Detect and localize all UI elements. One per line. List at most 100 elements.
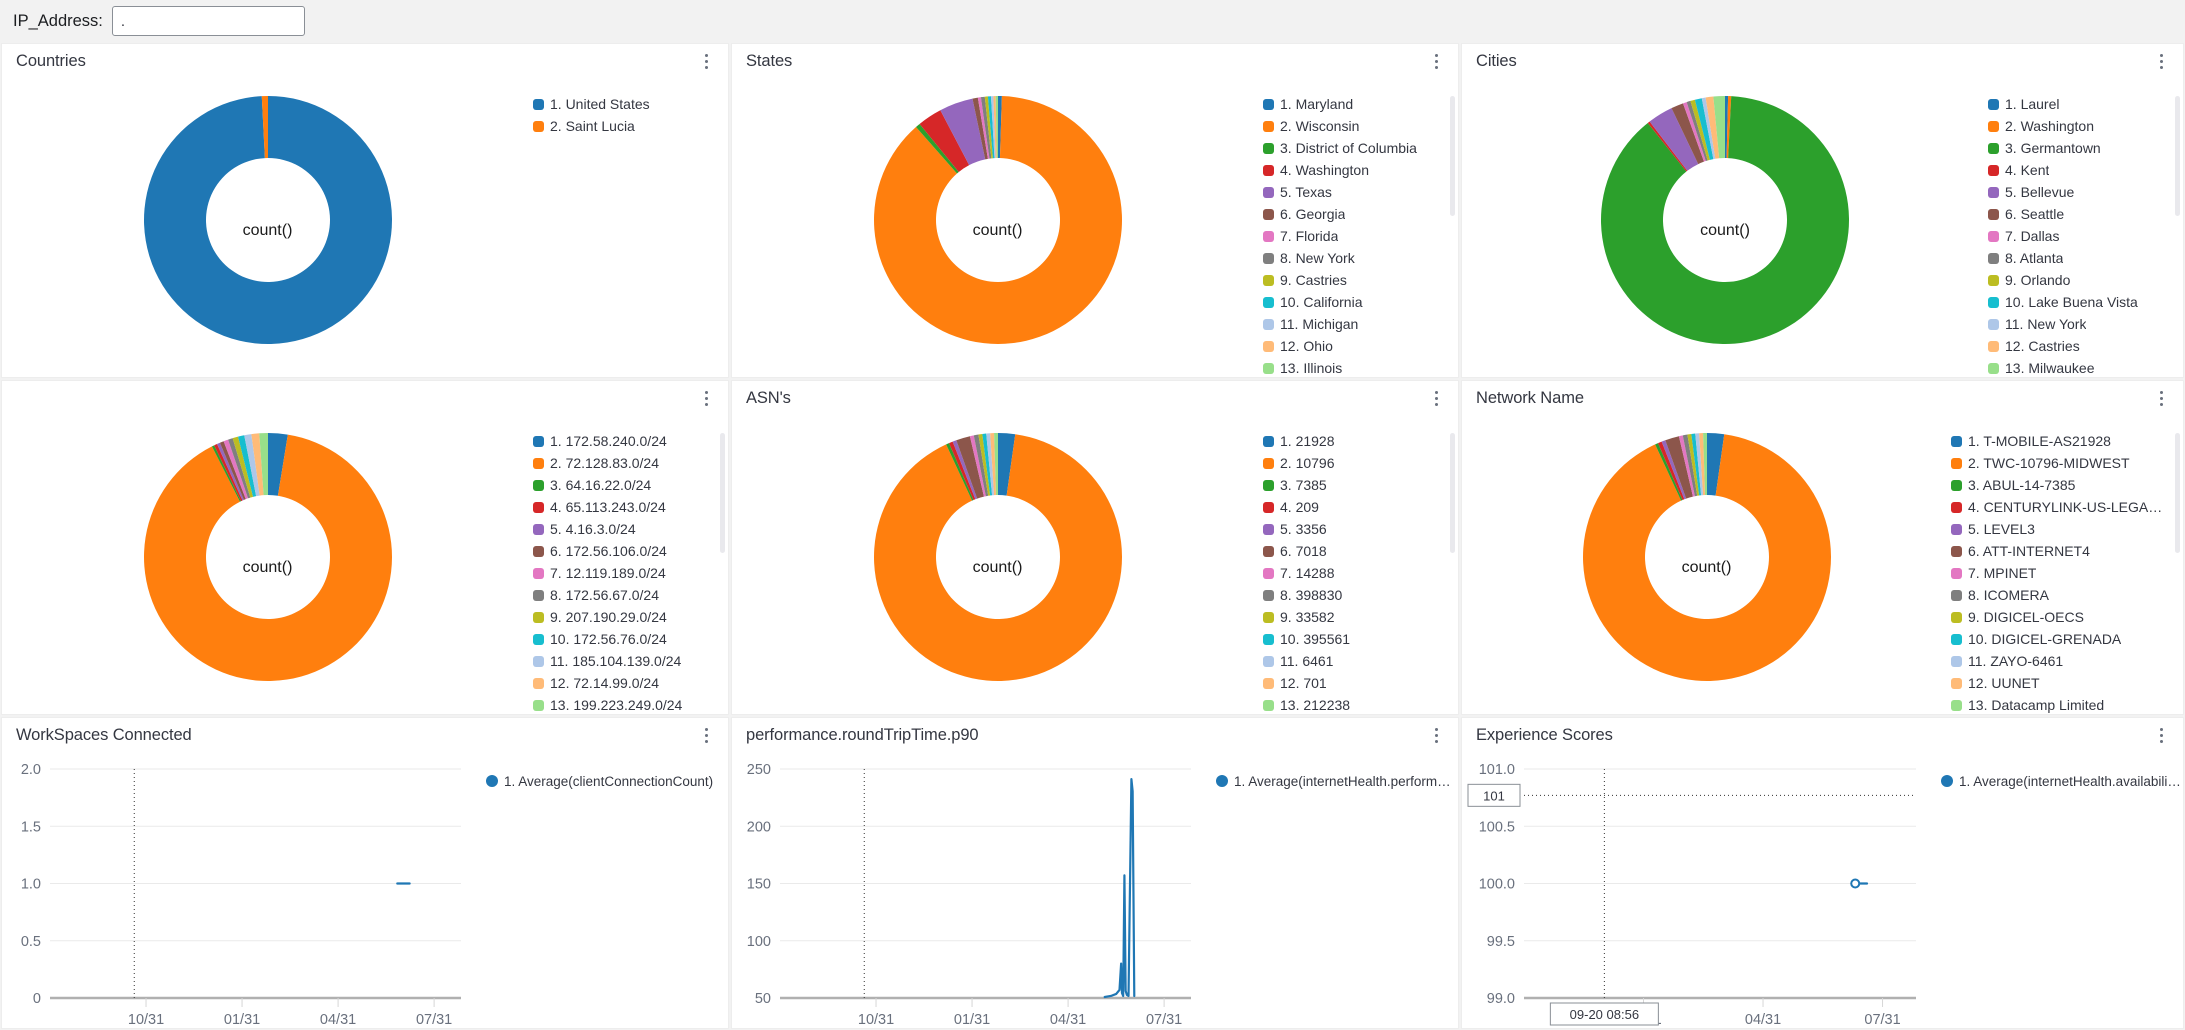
legend-item[interactable]: 11. ZAYO-6461 bbox=[1951, 650, 2171, 672]
legend-item[interactable]: 13. Datacamp Limited bbox=[1951, 694, 2171, 714]
kebab-menu-icon[interactable] bbox=[2152, 724, 2170, 746]
legend-item[interactable]: 5. LEVEL3 bbox=[1951, 518, 2171, 540]
kebab-menu-icon[interactable] bbox=[2152, 50, 2170, 72]
legend-item[interactable]: 10. Lake Buena Vista bbox=[1988, 291, 2171, 313]
legend-scrollbar[interactable] bbox=[1450, 96, 1455, 216]
legend-item[interactable]: 6. 7018 bbox=[1263, 540, 1446, 562]
line-chart[interactable]: 2502001501005010/3101/3104/3107/31 bbox=[732, 752, 1213, 1029]
legend-item[interactable]: 9. Castries bbox=[1263, 269, 1446, 291]
legend-item[interactable]: 10. California bbox=[1263, 291, 1446, 313]
legend-item[interactable]: 8. New York bbox=[1263, 247, 1446, 269]
donut-chart[interactable] bbox=[132, 421, 404, 693]
ip-address-input[interactable] bbox=[112, 6, 305, 36]
legend-item[interactable]: 1. United States bbox=[533, 93, 716, 115]
legend-item[interactable]: 9. DIGICEL-OECS bbox=[1951, 606, 2171, 628]
legend-item[interactable]: 6. Georgia bbox=[1263, 203, 1446, 225]
legend-item[interactable]: 5. 4.16.3.0/24 bbox=[533, 518, 716, 540]
legend-item[interactable]: 1. Average(clientConnectionCount) bbox=[486, 770, 728, 792]
legend-item[interactable]: 1. Maryland bbox=[1263, 93, 1446, 115]
legend-item[interactable]: 13. 212238 bbox=[1263, 694, 1446, 714]
legend-scrollbar[interactable] bbox=[2175, 433, 2180, 553]
legend-item[interactable]: 3. Germantown bbox=[1988, 137, 2171, 159]
legend-scroll-area[interactable]: 1. United States2. Saint Lucia bbox=[533, 93, 728, 377]
legend-item[interactable]: 3. 7385 bbox=[1263, 474, 1446, 496]
legend-item[interactable]: 9. 33582 bbox=[1263, 606, 1446, 628]
legend-item[interactable]: 13. Illinois bbox=[1263, 357, 1446, 377]
legend-item[interactable]: 9. Orlando bbox=[1988, 269, 2171, 291]
legend-item[interactable]: 7. 14288 bbox=[1263, 562, 1446, 584]
legend-item[interactable]: 2. 10796 bbox=[1263, 452, 1446, 474]
legend-item[interactable]: 10. DIGICEL-GRENADA bbox=[1951, 628, 2171, 650]
legend-item[interactable]: 10. 395561 bbox=[1263, 628, 1446, 650]
legend-item[interactable]: 12. Castries bbox=[1988, 335, 2171, 357]
kebab-menu-icon[interactable] bbox=[1427, 724, 1445, 746]
legend-item[interactable]: 3. 64.16.22.0/24 bbox=[533, 474, 716, 496]
legend-item[interactable]: 4. CENTURYLINK-US-LEGACY-QW... bbox=[1951, 496, 2171, 518]
legend-item[interactable]: 8. Atlanta bbox=[1988, 247, 2171, 269]
legend-item[interactable]: 7. MPINET bbox=[1951, 562, 2171, 584]
legend-item[interactable]: 8. ICOMERA bbox=[1951, 584, 2171, 606]
legend-item[interactable]: 10. 172.56.76.0/24 bbox=[533, 628, 716, 650]
legend-item[interactable]: 1. T-MOBILE-AS21928 bbox=[1951, 430, 2171, 452]
legend-item[interactable]: 1. 21928 bbox=[1263, 430, 1446, 452]
kebab-menu-icon[interactable] bbox=[697, 387, 715, 409]
legend-item[interactable]: 2. TWC-10796-MIDWEST bbox=[1951, 452, 2171, 474]
legend-scrollbar[interactable] bbox=[2175, 96, 2180, 216]
legend-item[interactable]: 8. 398830 bbox=[1263, 584, 1446, 606]
legend-item[interactable]: 4. Kent bbox=[1988, 159, 2171, 181]
legend-item[interactable]: 11. 6461 bbox=[1263, 650, 1446, 672]
legend-item[interactable]: 7. Florida bbox=[1263, 225, 1446, 247]
legend-item[interactable]: 12. Ohio bbox=[1263, 335, 1446, 357]
legend-item[interactable]: 3. ABUL-14-7385 bbox=[1951, 474, 2171, 496]
kebab-menu-icon[interactable] bbox=[2152, 387, 2170, 409]
donut-chart[interactable] bbox=[862, 421, 1134, 693]
legend-item[interactable]: 2. Saint Lucia bbox=[533, 115, 716, 137]
legend-item[interactable]: 12. 701 bbox=[1263, 672, 1446, 694]
legend-item[interactable]: 11. 185.104.139.0/24 bbox=[533, 650, 716, 672]
donut-chart[interactable] bbox=[862, 84, 1134, 356]
kebab-menu-icon[interactable] bbox=[1427, 387, 1445, 409]
donut-chart[interactable] bbox=[1589, 84, 1861, 356]
legend-item[interactable]: 4. Washington bbox=[1263, 159, 1446, 181]
legend-item[interactable]: 8. 172.56.67.0/24 bbox=[533, 584, 716, 606]
legend-scroll-area[interactable]: 1. Maryland2. Wisconsin3. District of Co… bbox=[1263, 93, 1458, 377]
legend-item[interactable]: 7. Dallas bbox=[1988, 225, 2171, 247]
kebab-menu-icon[interactable] bbox=[1427, 50, 1445, 72]
legend-item[interactable]: 6. Seattle bbox=[1988, 203, 2171, 225]
legend-item[interactable]: 5. 3356 bbox=[1263, 518, 1446, 540]
legend-item[interactable]: 2. 72.128.83.0/24 bbox=[533, 452, 716, 474]
legend-item[interactable]: 9. 207.190.29.0/24 bbox=[533, 606, 716, 628]
line-chart[interactable]: 101.0100.5100.099.599.001/3104/3107/3110… bbox=[1462, 752, 1938, 1029]
donut-chart[interactable] bbox=[1571, 421, 1843, 693]
legend-item[interactable]: 1. Average(internetHealth.performan... bbox=[1216, 770, 1458, 792]
legend-item[interactable]: 4. 209 bbox=[1263, 496, 1446, 518]
donut-chart[interactable] bbox=[132, 84, 404, 356]
legend-item[interactable]: 11. Michigan bbox=[1263, 313, 1446, 335]
legend-item[interactable]: 1. Laurel bbox=[1988, 93, 2171, 115]
legend-scroll-area[interactable]: 1. T-MOBILE-AS219282. TWC-10796-MIDWEST3… bbox=[1951, 430, 2183, 714]
legend-item[interactable]: 12. 72.14.99.0/24 bbox=[533, 672, 716, 694]
legend-item[interactable]: 2. Washington bbox=[1988, 115, 2171, 137]
legend-scroll-area[interactable]: 1. 172.58.240.0/242. 72.128.83.0/243. 64… bbox=[533, 430, 728, 714]
legend-item[interactable]: 11. New York bbox=[1988, 313, 2171, 335]
legend-item[interactable]: 13. 199.223.249.0/24 bbox=[533, 694, 716, 714]
legend-scrollbar[interactable] bbox=[720, 433, 725, 553]
legend-item[interactable]: 7. 12.119.189.0/24 bbox=[533, 562, 716, 584]
legend-item[interactable]: 1. 172.58.240.0/24 bbox=[533, 430, 716, 452]
legend-item[interactable]: 2. Wisconsin bbox=[1263, 115, 1446, 137]
legend-scroll-area[interactable]: 1. 219282. 107963. 73854. 2095. 33566. 7… bbox=[1263, 430, 1458, 714]
legend-scroll-area[interactable]: 1. Laurel2. Washington3. Germantown4. Ke… bbox=[1988, 93, 2183, 377]
legend-item[interactable]: 4. 65.113.243.0/24 bbox=[533, 496, 716, 518]
legend-item[interactable]: 5. Texas bbox=[1263, 181, 1446, 203]
legend-item[interactable]: 6. 172.56.106.0/24 bbox=[533, 540, 716, 562]
legend-item[interactable]: 3. District of Columbia bbox=[1263, 137, 1446, 159]
legend-item[interactable]: 5. Bellevue bbox=[1988, 181, 2171, 203]
legend-item[interactable]: 12. UUNET bbox=[1951, 672, 2171, 694]
legend-item[interactable]: 13. Milwaukee bbox=[1988, 357, 2171, 377]
kebab-menu-icon[interactable] bbox=[697, 724, 715, 746]
legend-item[interactable]: 6. ATT-INTERNET4 bbox=[1951, 540, 2171, 562]
legend-scrollbar[interactable] bbox=[1450, 433, 1455, 553]
legend-item[interactable]: 1. Average(internetHealth.availability..… bbox=[1941, 770, 2183, 792]
kebab-menu-icon[interactable] bbox=[697, 50, 715, 72]
line-chart[interactable]: 2.01.51.00.5010/3101/3104/3107/31 bbox=[2, 752, 483, 1029]
